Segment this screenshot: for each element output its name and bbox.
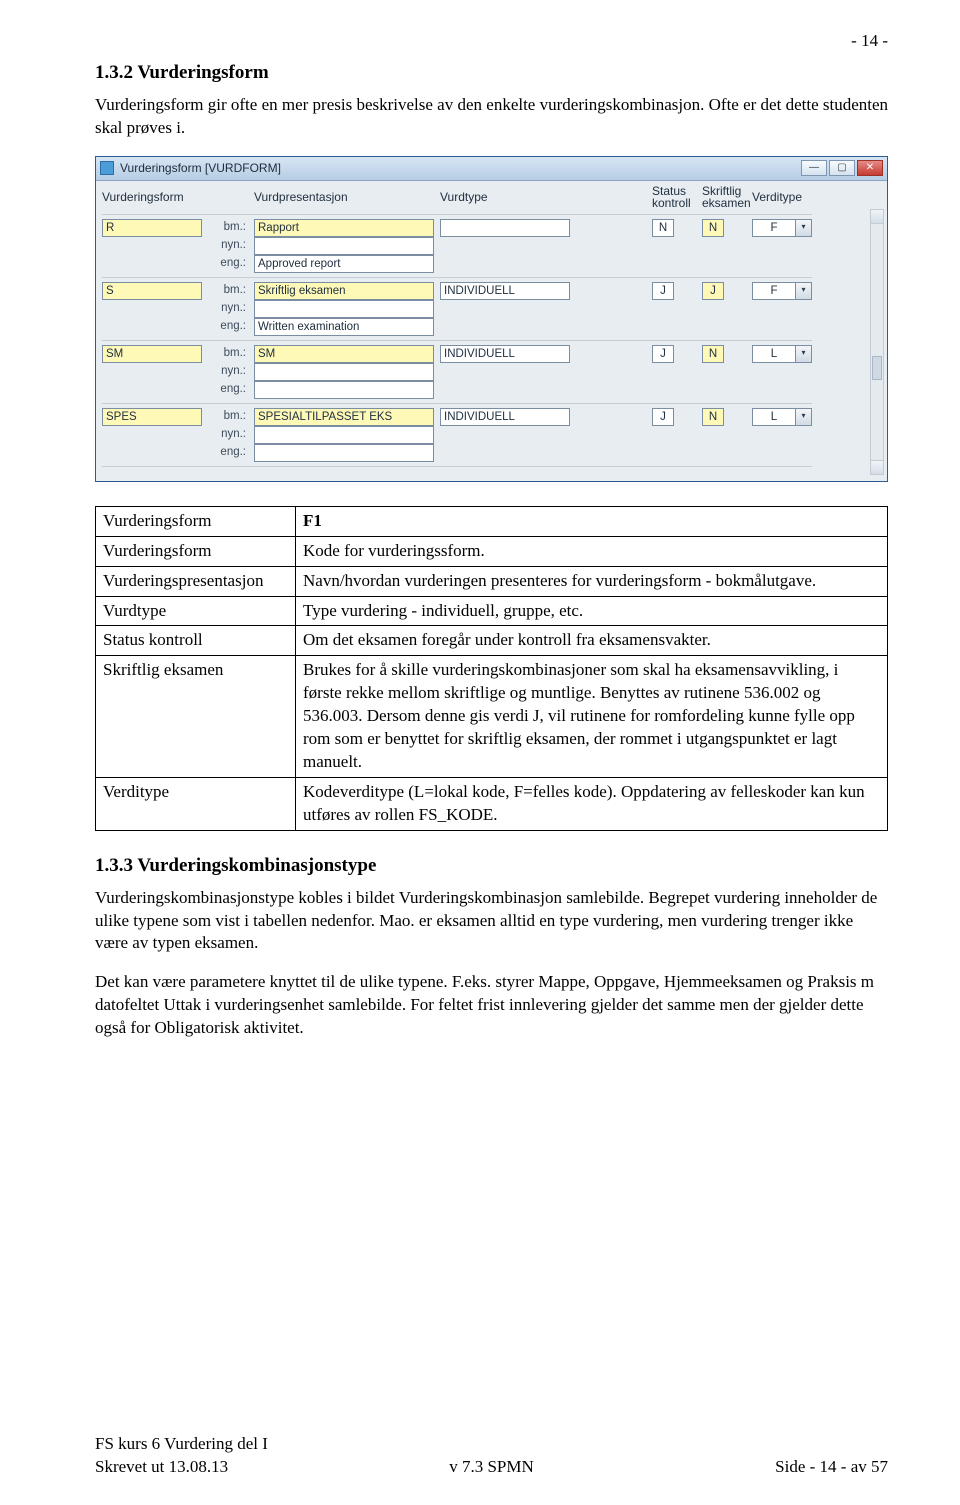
def-key: Status kontroll bbox=[96, 626, 296, 656]
def-value: Kodeverditype (L=lokal kode, F=felles ko… bbox=[296, 778, 888, 831]
eng-field[interactable] bbox=[254, 381, 434, 399]
bm-field[interactable]: SPESIALTILPASSET EKS bbox=[254, 408, 434, 426]
vurdtype-field[interactable] bbox=[440, 219, 570, 237]
bm-field[interactable]: Skriftlig eksamen bbox=[254, 282, 434, 300]
label-nyn: nyn.: bbox=[208, 427, 248, 443]
para-b: Det kan være parametere knyttet til de u… bbox=[95, 971, 888, 1040]
def-value: Type vurdering - individuell, gruppe, et… bbox=[296, 596, 888, 626]
label-eng: eng.: bbox=[208, 256, 248, 272]
verditype-dropdown[interactable]: F▾ bbox=[752, 219, 812, 237]
def-value: Navn/hvordan vurderingen presenteres for… bbox=[296, 566, 888, 596]
verditype-dropdown[interactable]: F▾ bbox=[752, 282, 812, 300]
eng-field[interactable]: Approved report bbox=[254, 255, 434, 273]
scroll-thumb[interactable] bbox=[871, 224, 883, 460]
def-key: Vurderingsform bbox=[96, 536, 296, 566]
minimize-button[interactable]: — bbox=[801, 160, 827, 176]
vurdtype-field[interactable]: INDIVIDUELL bbox=[440, 408, 570, 426]
nyn-field[interactable] bbox=[254, 300, 434, 318]
def-value: Brukes for å skille vurderingskombinasjo… bbox=[296, 656, 888, 778]
skriftlig-field[interactable]: N bbox=[702, 219, 724, 237]
status-field[interactable]: J bbox=[652, 408, 674, 426]
label-bm: bm.: bbox=[208, 220, 248, 236]
code-field[interactable]: SPES bbox=[102, 408, 202, 426]
skriftlig-field[interactable]: J bbox=[702, 282, 724, 300]
col-hdr-vurdpresentasjon: Vurdpresentasjon bbox=[254, 189, 434, 205]
chevron-down-icon[interactable]: ▾ bbox=[796, 345, 812, 363]
page-footer: FS kurs 6 Vurdering del I Skrevet ut 13.… bbox=[95, 1433, 888, 1479]
label-eng: eng.: bbox=[208, 319, 248, 335]
close-button[interactable]: ✕ bbox=[857, 160, 883, 176]
label-eng: eng.: bbox=[208, 445, 248, 461]
table-row: VurdtypeType vurdering - individuell, gr… bbox=[96, 596, 888, 626]
status-field[interactable]: J bbox=[652, 345, 674, 363]
table-row: VurderingspresentasjonNavn/hvordan vurde… bbox=[96, 566, 888, 596]
heading-1-3-3: 1.3.3 Vurderingskombinasjonstype bbox=[95, 853, 888, 879]
label-bm: bm.: bbox=[208, 346, 248, 362]
code-field[interactable]: S bbox=[102, 282, 202, 300]
table-row: VurderingsformKode for vurderingssform. bbox=[96, 536, 888, 566]
label-nyn: nyn.: bbox=[208, 238, 248, 254]
def-key: Skriftlig eksamen bbox=[96, 656, 296, 778]
code-field[interactable]: SM bbox=[102, 345, 202, 363]
skriftlig-field[interactable]: N bbox=[702, 345, 724, 363]
footer-version: v 7.3 SPMN bbox=[449, 1456, 534, 1479]
def-value: Kode for vurderingssform. bbox=[296, 536, 888, 566]
table-row: VerditypeKodeverditype (L=lokal kode, F=… bbox=[96, 778, 888, 831]
def-key: Vurdtype bbox=[96, 596, 296, 626]
verditype-dropdown[interactable]: L▾ bbox=[752, 408, 812, 426]
maximize-button[interactable]: ▢ bbox=[829, 160, 855, 176]
status-field[interactable]: J bbox=[652, 282, 674, 300]
scroll-up-icon[interactable] bbox=[871, 210, 883, 224]
definition-table: VurderingsformF1VurderingsformKode for v… bbox=[95, 506, 888, 831]
para-a: Vurderingskombinasjonstype kobles i bild… bbox=[95, 887, 888, 956]
label-eng: eng.: bbox=[208, 382, 248, 398]
col-hdr-vurdtype: Vurdtype bbox=[440, 189, 570, 205]
vurdtype-field[interactable]: INDIVIDUELL bbox=[440, 282, 570, 300]
table-row: Skriftlig eksamenBrukes for å skille vur… bbox=[96, 656, 888, 778]
status-field[interactable]: N bbox=[652, 219, 674, 237]
table-row: Status kontrollOm det eksamen foregår un… bbox=[96, 626, 888, 656]
table-row: VurderingsformF1 bbox=[96, 506, 888, 536]
footer-date: Skrevet ut 13.08.13 bbox=[95, 1456, 357, 1479]
col-hdr-vurderingsform: Vurderingsform bbox=[102, 189, 202, 205]
vurdtype-field[interactable]: INDIVIDUELL bbox=[440, 345, 570, 363]
verditype-dropdown[interactable]: L▾ bbox=[752, 345, 812, 363]
intro-paragraph: Vurderingsform gir ofte en mer presis be… bbox=[95, 94, 888, 140]
def-key: Vurderingspresentasjon bbox=[96, 566, 296, 596]
def-value: F1 bbox=[296, 506, 888, 536]
col-hdr-skriftlig: Skriftligeksamen bbox=[702, 185, 746, 210]
footer-page: Side - 14 - av 57 bbox=[626, 1456, 888, 1479]
heading-1-3-2: 1.3.2 Vurderingsform bbox=[95, 60, 888, 86]
nyn-field[interactable] bbox=[254, 237, 434, 255]
bm-field[interactable]: Rapport bbox=[254, 219, 434, 237]
chevron-down-icon[interactable]: ▾ bbox=[796, 219, 812, 237]
scrollbar[interactable] bbox=[870, 209, 884, 475]
chevron-down-icon[interactable]: ▾ bbox=[796, 282, 812, 300]
page-number-top: - 14 - bbox=[851, 30, 888, 53]
label-nyn: nyn.: bbox=[208, 364, 248, 380]
nyn-field[interactable] bbox=[254, 426, 434, 444]
label-bm: bm.: bbox=[208, 283, 248, 299]
eng-field[interactable]: Written examination bbox=[254, 318, 434, 336]
code-field[interactable]: R bbox=[102, 219, 202, 237]
col-hdr-status: Statuskontroll bbox=[652, 185, 696, 210]
eng-field[interactable] bbox=[254, 444, 434, 462]
window-title: Vurderingsform [VURDFORM] bbox=[120, 160, 795, 176]
bm-field[interactable]: SM bbox=[254, 345, 434, 363]
window-titlebar: Vurderingsform [VURDFORM] — ▢ ✕ bbox=[96, 157, 887, 181]
nyn-field[interactable] bbox=[254, 363, 434, 381]
skriftlig-field[interactable]: N bbox=[702, 408, 724, 426]
def-value: Om det eksamen foregår under kontroll fr… bbox=[296, 626, 888, 656]
label-nyn: nyn.: bbox=[208, 301, 248, 317]
app-window: Vurderingsform [VURDFORM] — ▢ ✕ Vurderin… bbox=[95, 156, 888, 482]
app-icon bbox=[100, 161, 114, 175]
scroll-down-icon[interactable] bbox=[871, 460, 883, 474]
def-key: Verditype bbox=[96, 778, 296, 831]
chevron-down-icon[interactable]: ▾ bbox=[796, 408, 812, 426]
def-key: Vurderingsform bbox=[96, 506, 296, 536]
label-bm: bm.: bbox=[208, 409, 248, 425]
footer-doc-title: FS kurs 6 Vurdering del I bbox=[95, 1433, 357, 1456]
col-hdr-verditype: Verditype bbox=[752, 191, 812, 204]
